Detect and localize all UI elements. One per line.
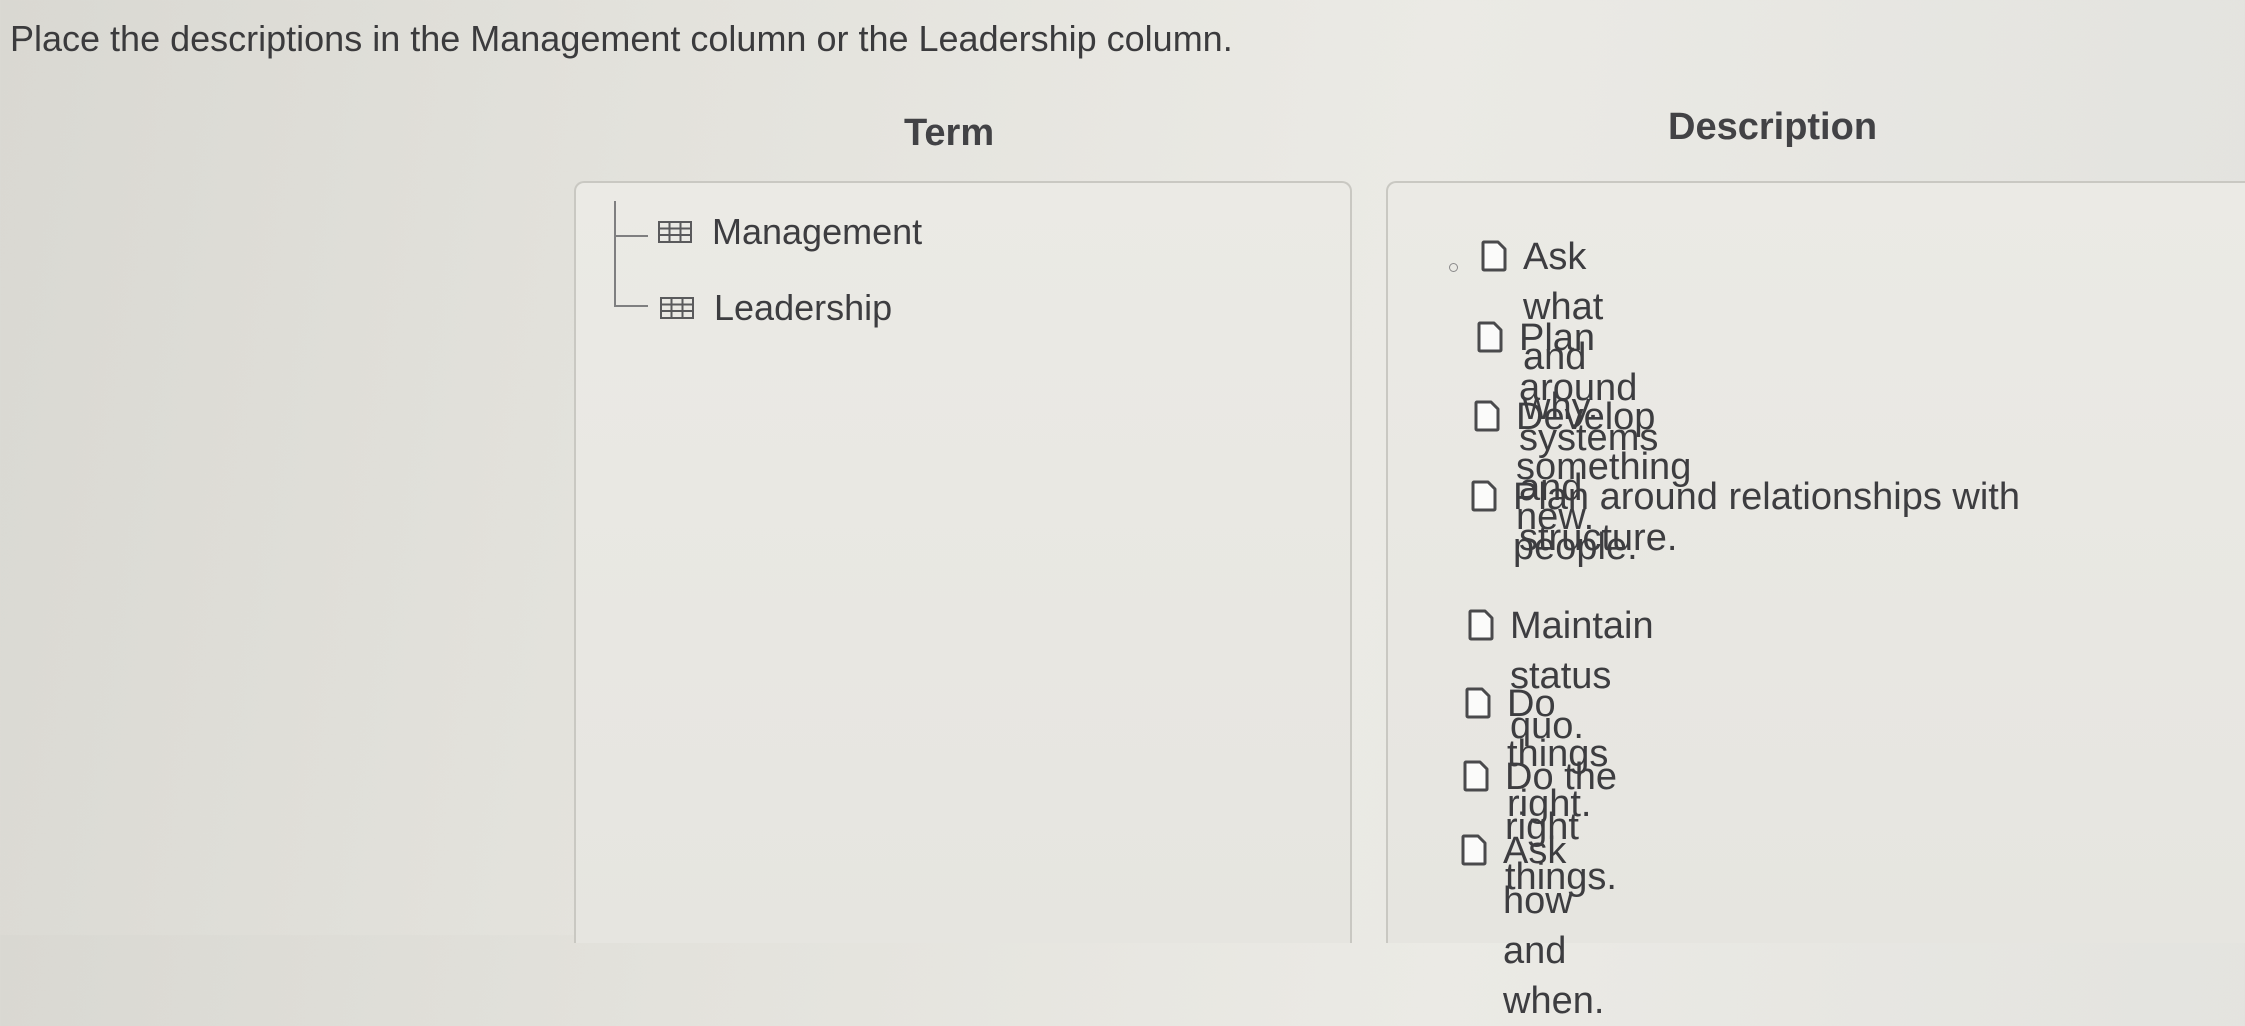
document-icon	[1474, 400, 1500, 432]
document-icon	[1461, 834, 1487, 866]
term-leadership[interactable]: Leadership	[660, 287, 892, 329]
document-icon	[1471, 480, 1497, 512]
description-column-header: Description	[1668, 106, 1878, 148]
tree-branch-line	[614, 305, 648, 307]
term-management[interactable]: Management	[658, 211, 922, 253]
tree-branch-line	[614, 235, 648, 237]
term-panel: Management Leadership	[574, 181, 1352, 943]
document-icon	[1463, 760, 1489, 792]
description-item[interactable]: Ask how and when.	[1461, 826, 1604, 1026]
instruction-text: Place the descriptions in the Management…	[10, 18, 1233, 59]
tree-vertical-line	[614, 201, 616, 307]
description-text: Plan around relationships with people.	[1513, 476, 2020, 568]
description-item[interactable]: Plan around relationships with people.	[1471, 472, 2091, 572]
term-column-header: Term	[904, 112, 995, 154]
term-label: Leadership	[714, 287, 893, 328]
document-icon	[1468, 609, 1494, 641]
bullet-dot	[1449, 263, 1458, 272]
description-text: Ask how and when.	[1503, 830, 1605, 1022]
term-label: Management	[712, 211, 923, 252]
document-icon	[1465, 687, 1491, 719]
table-icon	[658, 221, 692, 243]
document-icon	[1481, 240, 1507, 272]
table-icon	[660, 297, 694, 319]
document-icon	[1477, 321, 1503, 353]
